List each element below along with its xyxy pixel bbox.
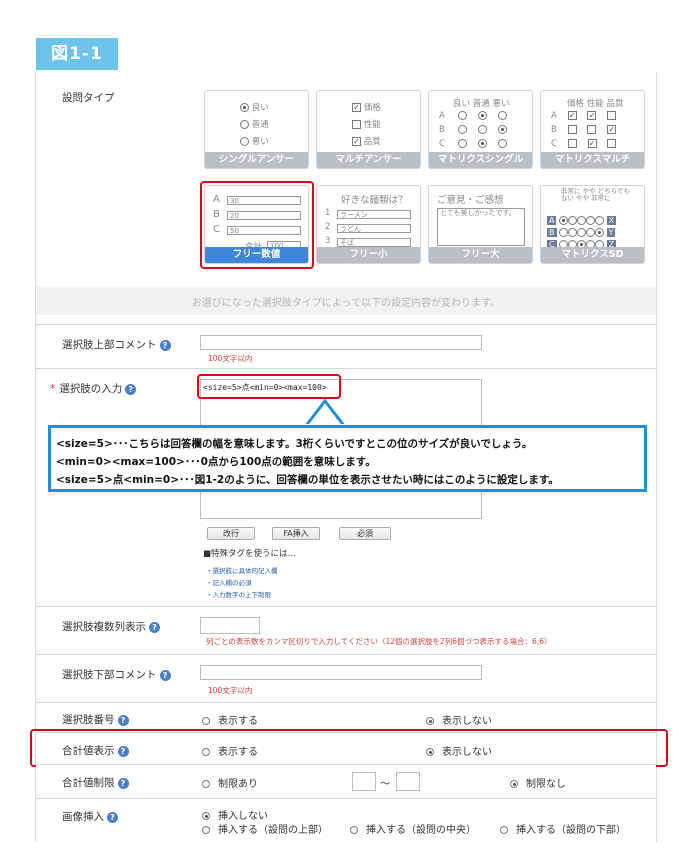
choice-bottom-comment-row: 選択肢下部コメント? 100文字以内 (36, 654, 656, 702)
radio-icon (240, 137, 249, 146)
help-icon[interactable]: ? (159, 339, 171, 351)
type-card-matrix-multi[interactable]: 価格 性能 品質 A ✓ ✓ B ✓ C ✓ マトリクスマルチ (540, 90, 645, 169)
type-card-caption: マトリクスマルチ (541, 152, 644, 168)
multi-column-row: 選択肢複数列表示? 列ごとの表示数をカンマ区切りで入力してください（12個の選択… (36, 606, 656, 654)
type-card-multi[interactable]: ✓ 価格 性能 ✓ 品質 マルチアンサー (316, 90, 421, 169)
type-card-caption: フリー小 (317, 247, 420, 263)
callout-pointer (302, 398, 348, 428)
callout-line: <min=0><max=100>･･･0点から100点の範囲を意味します。 (56, 456, 376, 468)
radio-icon (240, 120, 249, 129)
fa-insert-button[interactable]: FA挿入 (272, 527, 320, 540)
total-limit-max-input[interactable] (396, 772, 420, 791)
checkbox-icon: ✓ (352, 137, 361, 146)
help-icon[interactable]: ? (149, 621, 160, 633)
total-limit-row: 合計値制限? 制限あり ～ 制限なし (36, 764, 656, 798)
callout-line: <size=5>･･･こちらは回答欄の幅を意味します。3桁くらいですとこの位のサ… (56, 438, 533, 450)
choice-input-highlight (197, 374, 341, 399)
free-number-highlight (200, 181, 314, 269)
checkbox-icon (352, 120, 361, 129)
type-card-free-small[interactable]: 好きな麺類は？ 1 2 3 ラーメン うどん そば フリー小 (316, 185, 421, 264)
image-insert-none[interactable]: 挿入しない (202, 807, 268, 822)
choice-number-row: 選択肢番号? 表示する 表示しない (36, 702, 656, 732)
question-type-row: 設問タイプ 良い 普通 悪い シングルアンサー ✓ 価格 性能 ✓ 品質 マルチ… (36, 72, 656, 315)
total-limit-min-input[interactable] (352, 772, 376, 791)
choice-number-hide[interactable]: 表示しない (426, 712, 492, 727)
type-card-free-large[interactable]: ご意見・ご感想 とても美しかったです。 フリー大 (428, 185, 533, 264)
help-icon[interactable]: ? (117, 714, 129, 726)
type-card-caption: マトリクスSD (541, 247, 644, 263)
type-card-caption: マルチアンサー (317, 152, 420, 168)
type-card-caption: フリー大 (429, 247, 532, 263)
help-icon[interactable]: ? (117, 777, 129, 789)
total-display-highlight (30, 729, 668, 767)
radio-icon (240, 103, 249, 112)
total-limit-off[interactable]: 制限なし (510, 775, 566, 790)
image-insert-top[interactable]: 挿入する（設問の上部） (202, 821, 328, 836)
multi-column-input[interactable] (200, 617, 260, 634)
choice-top-comment-row: 選択肢上部コメント? 100文字以内 (36, 324, 656, 368)
question-type-label: 設問タイプ (62, 92, 115, 104)
choice-bottom-comment-input[interactable] (200, 665, 482, 680)
image-insert-row: 画像挿入? 挿入しない 挿入する（設問の上部） 挿入する（設問の中央） 挿入する… (36, 798, 656, 842)
special-tag-link[interactable]: ・入力数字の上下制限 (206, 589, 271, 599)
sd-header: 非常に やや どちらでもない やや 非常に (561, 187, 630, 202)
help-icon[interactable]: ? (107, 811, 118, 823)
special-tag-link[interactable]: ・記入欄の必須 (206, 577, 252, 587)
range-separator: ～ (380, 779, 390, 790)
special-tag-link[interactable]: ・選択肢に具体的記入欄 (206, 565, 278, 575)
image-insert-middle[interactable]: 挿入する（設問の中央） (350, 821, 476, 836)
type-card-matrix-sd[interactable]: 非常に やや どちらでもない やや 非常に A X B Y C Z マトリクスS… (540, 185, 645, 264)
type-note: お選びになった選択肢タイプによって以下の設定内容が変わります。 (191, 298, 501, 309)
choice-number-show[interactable]: 表示する (202, 712, 258, 727)
type-card-single[interactable]: 良い 普通 悪い シングルアンサー (204, 90, 309, 169)
image-insert-bottom[interactable]: 挿入する（設問の下部） (500, 821, 626, 836)
checkbox-icon: ✓ (352, 103, 361, 112)
help-icon[interactable]: ? (159, 669, 171, 681)
callout-line: <size=5>点<min=0>･･･図1-2のように、回答欄の単位を表示させた… (56, 474, 559, 486)
type-card-matrix-single[interactable]: 良い 普通 悪い A B C マトリクスシングル (428, 90, 533, 169)
type-card-caption: マトリクスシングル (429, 152, 532, 168)
required-button[interactable]: 必須 (339, 527, 391, 540)
help-icon[interactable]: ? (125, 383, 137, 395)
figure-label: 図1-1 (36, 38, 118, 70)
special-tag-title: ■特殊タグを使うには… (203, 549, 297, 559)
choice-top-comment-input[interactable] (200, 335, 482, 350)
newline-button[interactable]: 改行 (207, 527, 255, 540)
explanation-callout: <size=5>･･･こちらは回答欄の幅を意味します。3桁くらいですとこの位のサ… (48, 425, 647, 492)
type-card-caption: シングルアンサー (205, 152, 308, 168)
total-limit-on[interactable]: 制限あり (202, 775, 258, 790)
